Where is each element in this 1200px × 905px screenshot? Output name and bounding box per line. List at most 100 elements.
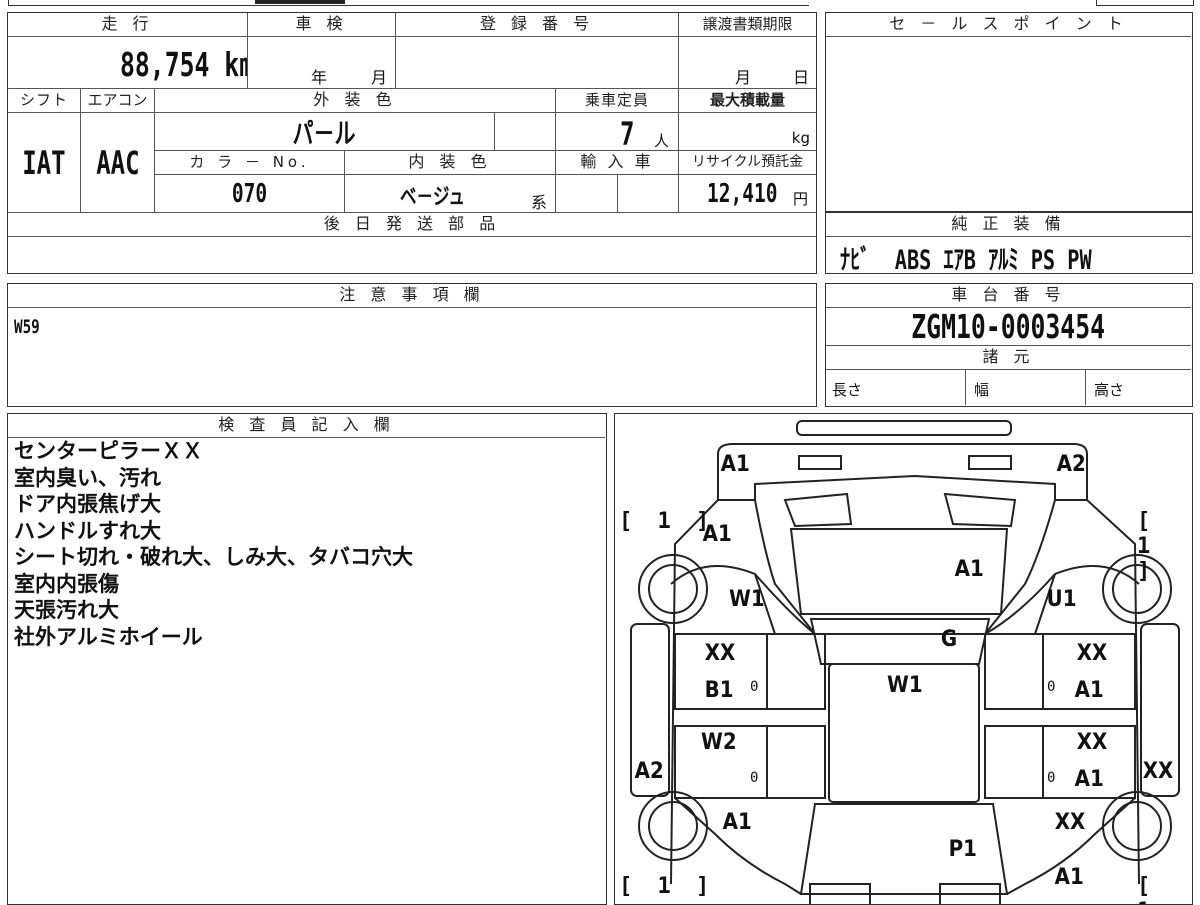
- inspector-notes-list: センターピラーＸＸ 室内臭い、汚れ ドア内張焦げ大 ハンドルすれ大 シート切れ・…: [14, 438, 413, 650]
- mileage-header: 走 行: [8, 13, 248, 37]
- spec-width-label: 幅: [974, 381, 990, 399]
- chassis-number-value: ZGM10-0003454: [911, 308, 1106, 346]
- damage-fender-right: U1: [1046, 587, 1077, 612]
- import-value-cell-b: [618, 175, 679, 213]
- interior-color-header: 内 装 色: [345, 151, 556, 175]
- damage-quarter-left: A1: [722, 810, 752, 835]
- spec-height-cell: 高さ: [1086, 370, 1191, 405]
- damage-diagram-box: [ 1 ] [ 1 ] [ 1 ] [ 1 ] 0 0 0 0 A1 A2 A1…: [614, 413, 1193, 905]
- color-number-value: 070: [231, 178, 268, 209]
- exterior-color-value: パ－ル: [292, 116, 356, 150]
- sales-point-box: セ － ル ス ポ イ ン ト: [825, 12, 1193, 212]
- damage-quarter-right: XX: [1054, 810, 1086, 835]
- chassis-number-header: 車 台 番 号: [826, 284, 1191, 308]
- notes-value: W59: [14, 316, 40, 338]
- later-shipped-parts-header: 後 日 発 送 部 品: [8, 213, 816, 237]
- top-strip: [0, 0, 1200, 7]
- inspection-header: 車 検: [248, 13, 396, 37]
- later-shipped-parts-value: [8, 237, 816, 272]
- inspector-note-line: センターピラーＸＸ: [14, 439, 203, 463]
- transfer-day-label: 日: [793, 68, 810, 87]
- mileage-value: 88,754 km: [120, 45, 248, 84]
- interior-color-suffix: 系: [531, 193, 548, 212]
- max-load-value-cell: kg: [679, 113, 816, 151]
- spec-length-cell: 長さ: [826, 370, 966, 405]
- damage-roof: W1: [886, 673, 923, 698]
- exterior-color-extra-cell: [495, 113, 556, 151]
- tire-tread-front-left: [ 1 ]: [619, 509, 716, 534]
- damage-front-door-right-top: XX: [1076, 641, 1108, 666]
- damage-hood-left: A1: [702, 522, 732, 547]
- transfer-deadline-header: 譲渡書類期限: [679, 13, 816, 37]
- door-indicator: 0: [750, 770, 759, 786]
- interior-color-value-cell: ベ－ジュ 系: [345, 175, 556, 213]
- aircon-value-cell: AAC: [81, 113, 155, 213]
- tire-tread-rear-left: [ 1 ]: [619, 874, 716, 899]
- damage-rear-door-left: W2: [700, 730, 737, 755]
- spec-length-label: 長さ: [832, 381, 863, 399]
- inspector-notes-header: 検 査 員 記 入 欄: [8, 414, 605, 438]
- tire-tread-rear-right: [ 1 ]: [1137, 874, 1157, 904]
- transfer-value-cell: 月 日: [679, 37, 816, 89]
- transfer-month-label: 月: [735, 68, 752, 87]
- damage-pillar-right: XX: [1142, 759, 1174, 784]
- inspection-month-label: 月: [371, 68, 388, 87]
- door-indicator: 0: [750, 679, 759, 695]
- damage-windshield: A1: [954, 557, 984, 582]
- damage-rear-door-right-top: XX: [1076, 730, 1108, 755]
- notes-header: 注 意 事 項 欄: [8, 284, 816, 308]
- damage-front-door-left-top: XX: [704, 641, 736, 666]
- shift-header: シフト: [8, 89, 81, 113]
- damage-rear-door-right-bottom: A1: [1074, 767, 1104, 792]
- damage-top-left: A1: [720, 452, 750, 477]
- genuine-equipment-header: 純 正 装 備: [826, 213, 1191, 237]
- damage-fender-left: W1: [728, 587, 765, 612]
- import-value-cell-a: [556, 175, 618, 213]
- chassis-number-cell: ZGM10-0003454: [826, 308, 1191, 346]
- color-number-header: カ ラ － No.: [155, 151, 345, 175]
- recycle-deposit-value-cell: 12,410 円: [679, 175, 816, 213]
- damage-cowl: G: [940, 627, 958, 652]
- capacity-unit: 人: [654, 132, 670, 150]
- notes-box: 注 意 事 項 欄 W59: [7, 283, 817, 407]
- sales-point-header: セ － ル ス ポ イ ン ト: [826, 13, 1191, 37]
- inspector-note-line: ドア内張焦げ大: [14, 492, 161, 516]
- shift-value: IAT: [22, 143, 66, 182]
- tire-tread-front-right: [ 1 ]: [1137, 509, 1157, 584]
- inspector-note-line: 室内内張傷: [14, 571, 119, 596]
- damage-rocker-left: A2: [634, 759, 664, 784]
- door-indicator: 0: [1047, 679, 1056, 695]
- inspection-value-cell: 年 月: [248, 37, 396, 89]
- import-header: 輸 入 車: [556, 151, 679, 175]
- damage-rear-right: A1: [1054, 865, 1084, 890]
- damage-front-door-left-bottom: B1: [704, 678, 734, 703]
- inspector-note-line: 社外アルミホイール: [14, 624, 203, 649]
- damage-front-door-right-bottom: A1: [1074, 678, 1104, 703]
- capacity-value-cell: 7 人: [556, 113, 679, 151]
- color-number-value-cell: 070: [155, 175, 345, 213]
- shift-value-cell: IAT: [8, 113, 81, 213]
- vehicle-info-table: 走 行 車 検 登 録 番 号 譲渡書類期限 88,754 km 年 月 月 日…: [7, 12, 817, 274]
- interior-color-value: ベ－ジュ: [400, 185, 465, 210]
- max-load-header: 最大積載量: [679, 89, 816, 113]
- damage-top-right: A2: [1056, 452, 1086, 477]
- registration-header: 登 録 番 号: [396, 13, 679, 37]
- spec-height-label: 高さ: [1094, 381, 1125, 399]
- inspector-note-line: 天張汚れ大: [14, 598, 119, 622]
- inspector-note-line: ハンドルすれ大: [14, 518, 161, 543]
- aircon-value: AAC: [95, 143, 140, 182]
- specs-header: 諸 元: [826, 346, 1191, 370]
- chassis-box: 車 台 番 号 ZGM10-0003454 諸 元 長さ 幅 高さ: [825, 283, 1193, 407]
- door-indicator: 0: [1047, 770, 1056, 786]
- exterior-color-value-cell: パ－ル: [155, 113, 495, 151]
- registration-value-cell: [396, 37, 679, 89]
- inspector-note-line: シート切れ・破れ大、しみ大、タバコ穴大: [14, 545, 413, 569]
- capacity-header: 乗車定員: [556, 89, 679, 113]
- aircon-header: エアコン: [81, 89, 155, 113]
- genuine-equipment-value: ﾅﾋﾞ ABS ｴｱB ｱﾙﾐ PS PW: [840, 245, 1092, 276]
- mileage-value-cell: 88,754 km: [8, 37, 248, 89]
- damage-rear-glass: P1: [948, 837, 977, 862]
- recycle-deposit-value: 12,410: [707, 179, 778, 209]
- inspection-year-label: 年: [311, 68, 328, 87]
- genuine-equipment-box: 純 正 装 備 ﾅﾋﾞ ABS ｴｱB ｱﾙﾐ PS PW: [825, 212, 1193, 276]
